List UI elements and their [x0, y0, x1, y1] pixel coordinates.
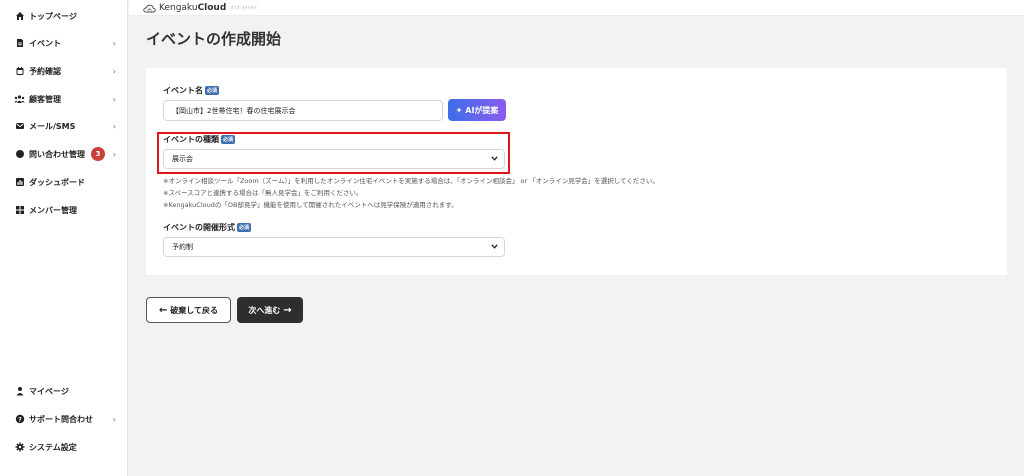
- event-type-label: イベントの種類 必須: [163, 135, 236, 144]
- gear-icon: [14, 442, 25, 453]
- ai-suggest-button[interactable]: ✦ AIが提案: [448, 99, 506, 121]
- required-badge: 必須: [221, 135, 236, 144]
- top-bar: KengakuCloud ｹﾝｶﾞｸｸﾗｳﾄﾞ: [129, 0, 1024, 16]
- help-icon: ?: [14, 414, 25, 425]
- chat-icon: [14, 149, 25, 160]
- event-format-select[interactable]: 予約制: [163, 237, 505, 257]
- next-button[interactable]: 次へ進む →: [237, 297, 303, 323]
- chevron-right-icon: ›: [112, 38, 116, 48]
- chevron-right-icon: ›: [112, 94, 116, 104]
- chevron-down-icon: [491, 155, 498, 163]
- sidebar-item-label: 顧客管理: [29, 94, 61, 104]
- sidebar-item-customers[interactable]: 顧客管理 ›: [0, 89, 128, 109]
- sidebar-item-top-page[interactable]: トップページ: [0, 6, 128, 26]
- users-icon: [14, 94, 25, 105]
- app-logo[interactable]: KengakuCloud: [159, 3, 226, 13]
- document-icon: [14, 38, 25, 49]
- sidebar-item-label: サポート問合わせ: [29, 414, 93, 424]
- sidebar-item-label: システム設定: [29, 442, 77, 452]
- required-badge: 必須: [237, 223, 252, 232]
- sidebar-item-label: イベント: [29, 38, 61, 48]
- sidebar-item-members[interactable]: メンバー管理: [0, 200, 128, 220]
- chart-icon: [14, 177, 25, 188]
- event-name-input[interactable]: 【岡山市】2世帯住宅！春の住宅展示会: [163, 100, 443, 121]
- chevron-right-icon: ›: [112, 149, 116, 159]
- chevron-right-icon: ›: [112, 121, 116, 131]
- svg-text:?: ?: [18, 416, 22, 423]
- sparkle-icon: ✦: [455, 105, 463, 115]
- event-type-select[interactable]: 展示会: [163, 149, 505, 169]
- required-badge: 必須: [205, 86, 220, 95]
- chevron-down-icon: [491, 243, 498, 251]
- sidebar-item-event[interactable]: イベント ›: [0, 33, 128, 53]
- cloud-logo-icon: [143, 0, 156, 17]
- app-logo-subtitle: ｹﾝｶﾞｸｸﾗｳﾄﾞ: [231, 4, 260, 10]
- sidebar-item-label: 予約確認: [29, 66, 61, 76]
- mail-icon: [14, 121, 25, 132]
- sidebar-item-label: メール/SMS: [29, 121, 76, 131]
- sidebar: トップページ イベント › 予約確認 › 顧客管理 › メール/SMS › 問い…: [0, 0, 128, 476]
- sidebar-item-label: トップページ: [29, 11, 77, 21]
- person-icon: [14, 386, 25, 397]
- note-line: ※オンライン相談ツール「Zoom（ズーム）」を利用したオンライン住宅イベントを実…: [163, 177, 659, 185]
- arrow-right-icon: →: [283, 304, 292, 316]
- sidebar-item-label: ダッシュボード: [29, 177, 85, 187]
- sidebar-item-label: メンバー管理: [29, 205, 77, 215]
- sidebar-item-settings[interactable]: システム設定: [0, 437, 128, 457]
- note-line: ※KengakuCloudの「OB邸見学」機能を使用して開催されたイベントへは見…: [163, 201, 458, 209]
- chevron-right-icon: ›: [112, 414, 116, 424]
- sidebar-item-support[interactable]: ? サポート問合わせ ›: [0, 409, 128, 429]
- arrow-left-icon: ←: [159, 304, 168, 316]
- discard-back-button[interactable]: ← 破棄して戻る: [146, 297, 231, 323]
- notification-badge: 3: [91, 147, 105, 161]
- chevron-right-icon: ›: [112, 66, 116, 76]
- sidebar-item-mypage[interactable]: マイページ: [0, 381, 128, 401]
- sidebar-item-mail-sms[interactable]: メール/SMS ›: [0, 116, 128, 136]
- sidebar-item-reservations[interactable]: 予約確認 ›: [0, 61, 128, 81]
- event-form-card: イベント名 必須 【岡山市】2世帯住宅！春の住宅展示会 ✦ AIが提案 イベントの種…: [146, 68, 1007, 275]
- home-icon: [14, 11, 25, 22]
- sidebar-item-dashboard[interactable]: ダッシュボード: [0, 172, 128, 192]
- note-line: ※スペースコアと連携する場合は「無人見学会」をご利用ください。: [163, 189, 363, 197]
- event-format-label: イベントの開催形式 必須: [163, 223, 252, 232]
- sidebar-item-label: 問い合わせ管理: [29, 149, 85, 159]
- calendar-icon: [14, 66, 25, 77]
- page-title: イベントの作成開始: [146, 30, 282, 48]
- event-name-label: イベント名 必須: [163, 86, 220, 95]
- sidebar-item-label: マイページ: [29, 386, 69, 396]
- grid-icon: [14, 205, 25, 216]
- sidebar-item-inquiries[interactable]: 問い合わせ管理 3 ›: [0, 144, 128, 164]
